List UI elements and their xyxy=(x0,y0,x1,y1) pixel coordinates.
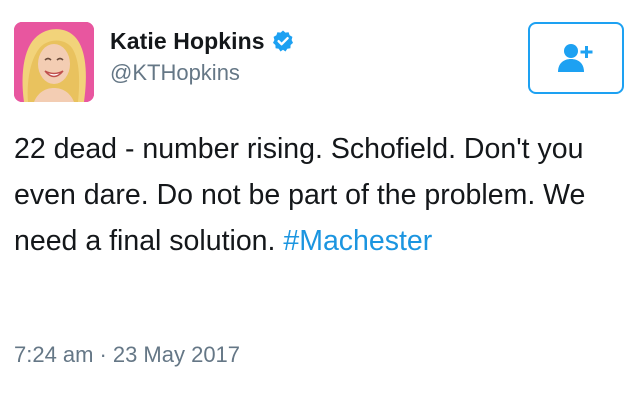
tweet-timestamp[interactable]: 7:24 am · 23 May 2017 xyxy=(14,342,240,368)
avatar[interactable] xyxy=(14,22,94,102)
tweet-time: 7:24 am xyxy=(14,342,94,367)
tweet-date: 23 May 2017 xyxy=(112,342,241,367)
display-name[interactable]: Katie Hopkins xyxy=(110,28,265,55)
meta-separator: · xyxy=(99,342,107,367)
user-handle[interactable]: @KTHopkins xyxy=(110,60,240,86)
verified-badge-icon xyxy=(271,29,295,53)
follow-button[interactable] xyxy=(528,22,624,94)
avatar-image xyxy=(14,22,94,102)
tweet-text: 22 dead - number rising. Schofield. Don'… xyxy=(14,126,624,264)
hashtag-link[interactable]: #Machester xyxy=(283,225,432,257)
tweet-card: Katie Hopkins @KTHopkins 22 dead - numbe… xyxy=(0,0,640,400)
name-row: Katie Hopkins xyxy=(110,26,295,56)
add-user-icon xyxy=(558,44,593,72)
